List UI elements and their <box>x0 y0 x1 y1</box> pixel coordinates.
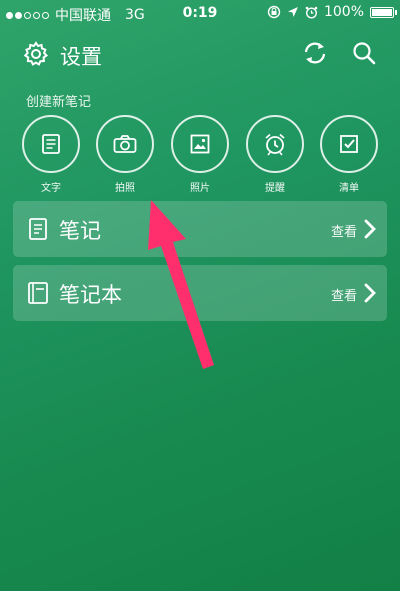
camera-icon <box>113 135 137 153</box>
notebooks-card[interactable]: 笔记本 查看 <box>13 265 387 321</box>
quick-create-bar: 文字 拍照 照片 提醒 清单 <box>0 115 400 195</box>
create-camera-note-button[interactable]: 拍照 <box>90 115 160 194</box>
create-reminder-button[interactable]: 提醒 <box>240 115 310 194</box>
search-icon[interactable] <box>350 39 378 67</box>
notes-view-link[interactable]: 查看 <box>331 221 357 240</box>
create-camera-label: 拍照 <box>115 183 135 194</box>
header-bar: 设置 <box>0 30 400 78</box>
lock-rotation-icon <box>267 5 281 19</box>
location-icon <box>287 7 298 17</box>
notes-card[interactable]: 笔记 查看 <box>13 201 387 257</box>
checklist-icon <box>340 135 358 153</box>
alarm-status-icon <box>305 6 318 19</box>
notebooks-view-link[interactable]: 查看 <box>331 285 357 304</box>
create-checklist-label: 清单 <box>339 183 359 194</box>
sync-icon[interactable] <box>300 38 330 68</box>
create-text-note-button[interactable]: 文字 <box>16 115 86 194</box>
gear-icon[interactable] <box>22 40 50 68</box>
create-photo-note-button[interactable]: 照片 <box>165 115 235 194</box>
page-title: 设置 <box>60 45 102 69</box>
notes-card-title: 笔记 <box>59 219 101 243</box>
notebooks-card-title: 笔记本 <box>59 283 122 307</box>
battery-icon <box>370 6 397 18</box>
create-text-label: 文字 <box>41 183 61 194</box>
text-note-icon <box>42 134 60 154</box>
create-photo-label: 照片 <box>190 183 210 194</box>
status-bar: 中国联通 3G 0:19 100% <box>0 0 400 26</box>
note-icon <box>29 218 47 240</box>
alarm-icon <box>265 133 285 156</box>
create-checklist-button[interactable]: 清单 <box>314 115 384 194</box>
chevron-right-icon <box>364 283 376 303</box>
notebook-icon <box>28 282 48 304</box>
battery-percent: 100% <box>323 4 364 20</box>
create-reminder-label: 提醒 <box>265 183 285 194</box>
photo-icon <box>190 134 210 154</box>
chevron-right-icon <box>364 219 376 239</box>
create-note-label: 创建新笔记 <box>26 95 92 110</box>
